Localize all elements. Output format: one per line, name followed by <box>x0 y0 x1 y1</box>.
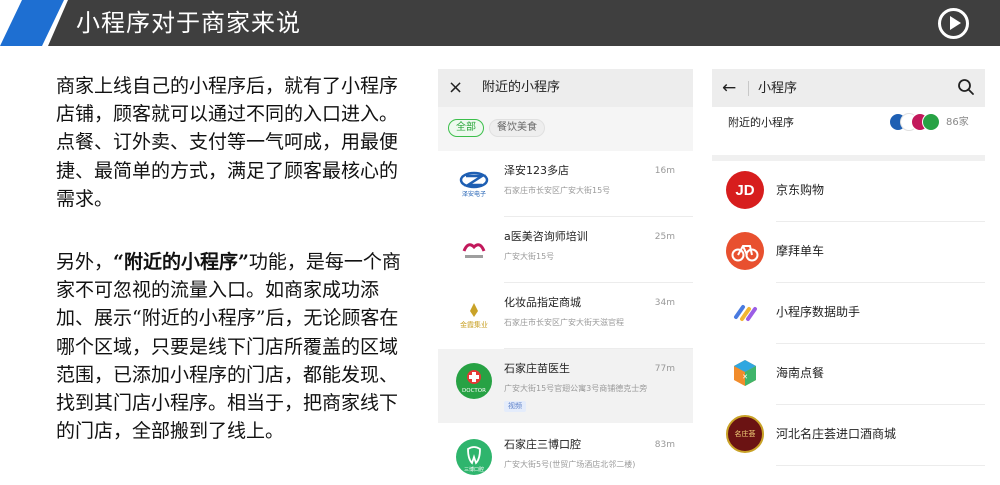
shop-list-item[interactable]: 泽安电子 泽安123多店 16m 石家庄市长安区广安大街15号 <box>438 151 693 217</box>
mini-program-item[interactable]: JD 京东购物 <box>712 161 985 222</box>
nearby-paragraph-bold: “附近的小程序” <box>113 251 249 273</box>
nearby-entry-label: 附近的小程序 <box>728 116 794 129</box>
shop-address: 广安大街5号(世贸广场酒店北邻二楼) <box>504 460 636 469</box>
shop-distance: 34m <box>654 298 675 308</box>
shop-name: 泽安123多店 <box>504 164 569 177</box>
nearby-logo-stack <box>889 113 941 131</box>
mini-program-label: 京东购物 <box>776 183 825 197</box>
shop-logo-icon: DOCTOR <box>456 363 492 399</box>
divider <box>776 465 985 466</box>
wine-shop-logo-text: 名庄荟 <box>734 430 756 438</box>
shop-logo-icon: 三博口腔 <box>456 439 492 475</box>
mini-program-item[interactable]: 小程序数据助手 <box>712 283 985 344</box>
mini-program-item[interactable]: ✕ 海南点餐 <box>712 344 985 405</box>
shop-address: 石家庄市长安区广安大街天滋官程 <box>504 318 624 327</box>
mini-program-label: 摩拜单车 <box>776 244 825 258</box>
screen2-title: 小程序 <box>758 81 798 96</box>
shop-logo-text: 三博口腔 <box>464 466 484 473</box>
shop-logo-icon <box>456 231 492 267</box>
nearby-paragraph-prefix: 另外， <box>56 251 114 273</box>
data-assistant-icon <box>726 293 764 331</box>
shop-address: 广安大街15号官翅公寓3号商铺德克士旁 <box>504 384 648 393</box>
shop-list-item[interactable]: DOCTOR 石家庄苗医生 77m 广安大街15号官翅公寓3号商铺德克士旁 视频 <box>438 349 693 423</box>
intro-paragraph: 商家上线自己的小程序后，就有了小程序店铺，顾客就可以通过不同的入口进入。点餐、订… <box>56 75 399 210</box>
shop-logo-text: 泽安电子 <box>462 190 486 198</box>
svg-text:✕: ✕ <box>742 373 748 381</box>
nearby-paragraph-suffix: 功能，是每一个商家不可忽视的流量入口。如商家成功添加、展示“附近的小程序”后，无… <box>56 251 401 443</box>
header-bar: 小程序对于商家来说 <box>0 0 1000 46</box>
shop-logo-icon: 金霞集业 <box>456 297 492 333</box>
shop-distance: 83m <box>654 440 675 450</box>
jd-logo-text: JD <box>735 181 755 199</box>
shop-logo-text: 金霞集业 <box>460 320 488 329</box>
screen2-navbar: ← 小程序 <box>712 69 985 107</box>
shop-logo-icon: 泽安电子 <box>456 165 492 201</box>
mini-program-item[interactable]: 名庄荟 河北名庄荟进口酒商城 <box>712 405 985 466</box>
shop-list-item[interactable]: a医美咨询师培训 25m 广安大街15号 <box>438 217 693 283</box>
shop-name: 石家庄苗医生 <box>504 362 570 375</box>
mini-programs-screen: ← 小程序 附近的小程序 86家 JD 京东购物 摩拜单车 小程序数据助手 ✕ … <box>712 69 985 485</box>
shop-name: 石家庄三博口腔 <box>504 438 581 451</box>
search-icon[interactable] <box>957 78 975 96</box>
filter-chip-food[interactable]: 餐饮美食 <box>489 119 545 137</box>
filter-chip-all[interactable]: 全部 <box>448 119 484 137</box>
page-title: 小程序对于商家来说 <box>76 9 301 37</box>
wine-shop-logo-icon: 名庄荟 <box>726 415 764 453</box>
shop-list-item[interactable]: 三博口腔 石家庄三博口腔 83m 广安大街5号(世贸广场酒店北邻二楼) <box>438 425 693 485</box>
shop-logo-text: DOCTOR <box>462 388 486 394</box>
mini-program-label: 海南点餐 <box>776 366 825 380</box>
video-tag: 视频 <box>504 401 526 412</box>
navbar-separator <box>748 81 749 96</box>
shop-distance: 77m <box>654 364 675 374</box>
hainan-order-icon: ✕ <box>726 354 764 392</box>
screen1-navbar: × 附近的小程序 <box>438 69 693 107</box>
mini-program-item[interactable]: 摩拜单车 <box>712 222 985 283</box>
play-circle-icon[interactable] <box>938 8 969 39</box>
shop-list-item[interactable]: 金霞集业 化妆品指定商城 34m 石家庄市长安区广安大街天滋官程 <box>438 283 693 349</box>
back-arrow-icon[interactable]: ← <box>722 77 736 99</box>
screen1-title: 附近的小程序 <box>482 80 561 95</box>
nearby-count: 86家 <box>946 117 969 128</box>
close-icon[interactable]: × <box>448 77 463 99</box>
shop-name: a医美咨询师培训 <box>504 230 588 243</box>
filter-bar: 全部 餐饮美食 <box>438 107 693 151</box>
nearby-paragraph: 另外，“附近的小程序”功能，是每一个商家不可忽视的流量入口。如商家成功添加、展示… <box>56 248 414 445</box>
shop-distance: 16m <box>654 166 675 176</box>
mini-program-label: 小程序数据助手 <box>776 305 861 319</box>
shop-distance: 25m <box>654 232 675 242</box>
shop-address: 广安大街15号 <box>504 252 555 261</box>
nearby-mini-programs-entry[interactable]: 附近的小程序 86家 <box>712 107 985 155</box>
bike-icon <box>726 232 764 270</box>
mini-program-label: 河北名庄荟进口酒商城 <box>776 427 897 441</box>
nearby-mini-programs-screen: × 附近的小程序 全部 餐饮美食 泽安电子 泽安123多店 16m 石家庄市长安… <box>438 69 693 485</box>
shop-name: 化妆品指定商城 <box>504 296 581 309</box>
jd-logo-icon: JD <box>726 171 764 209</box>
mini-logo-icon <box>922 113 940 131</box>
shop-address: 石家庄市长安区广安大街15号 <box>504 186 611 195</box>
